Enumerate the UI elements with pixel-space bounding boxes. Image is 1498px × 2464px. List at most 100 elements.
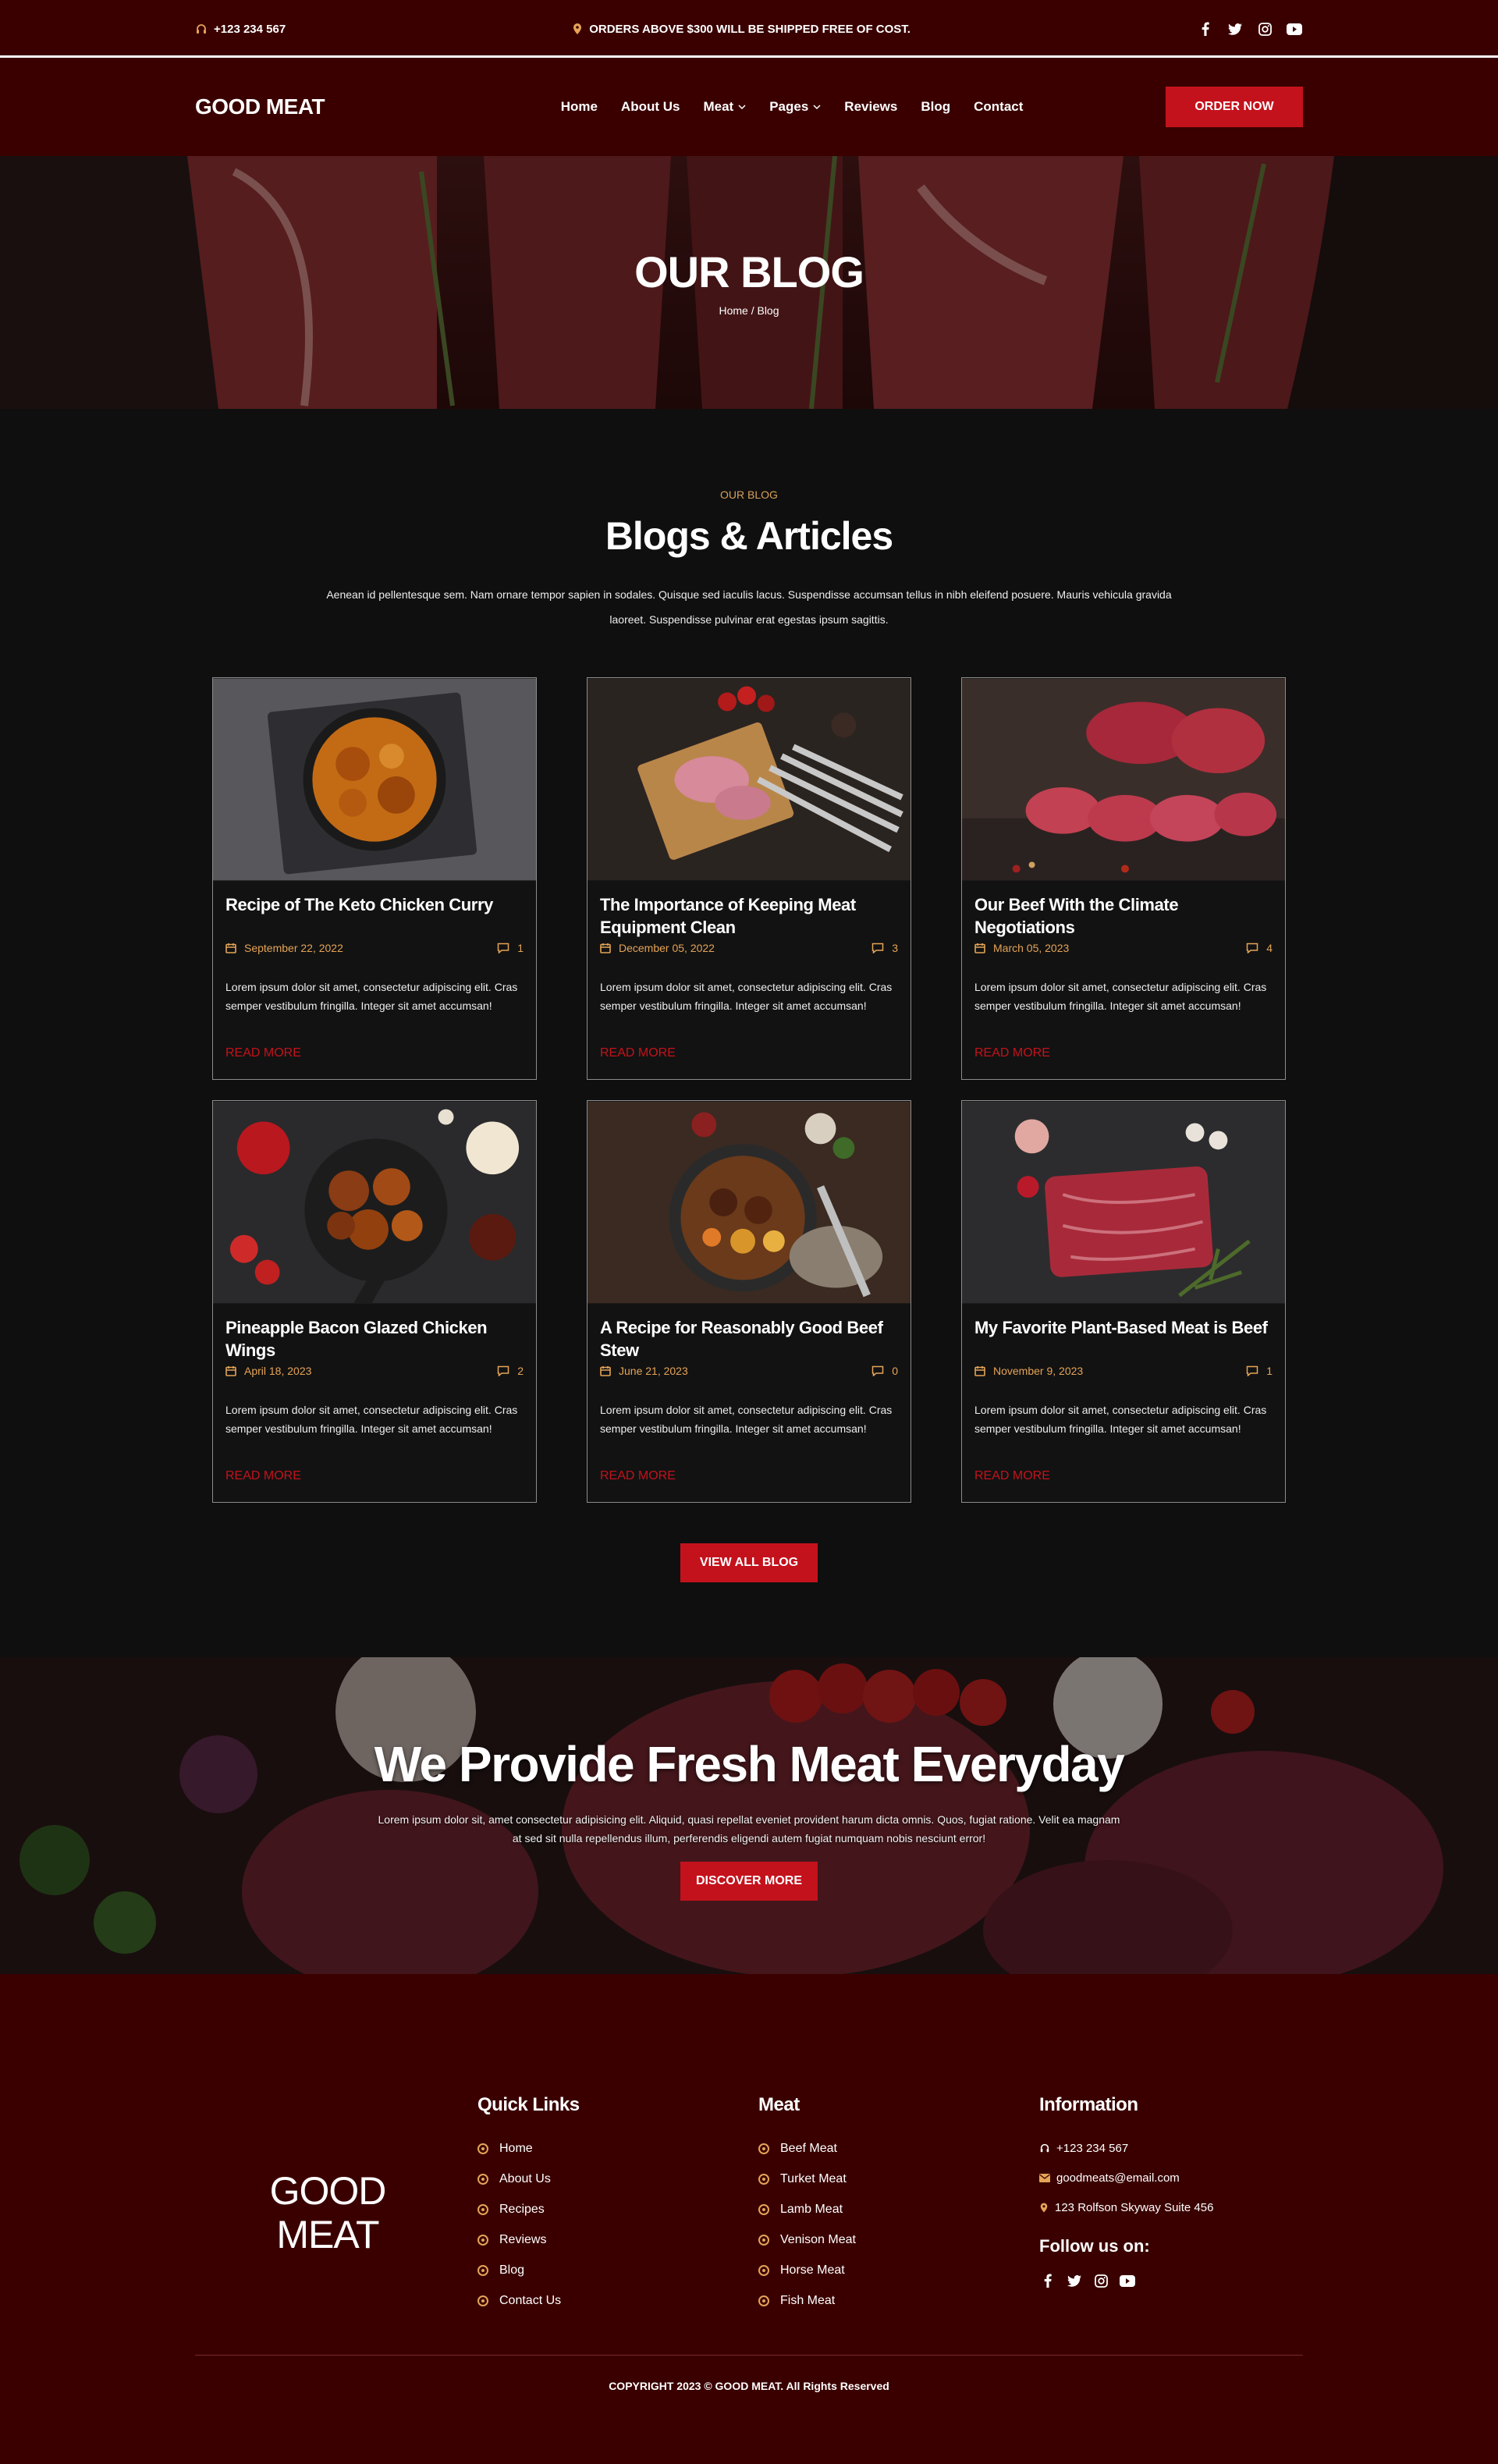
instagram-icon[interactable]: [1092, 2272, 1109, 2289]
blog-card-image: [587, 678, 911, 881]
blog-card-title[interactable]: Our Beef With the Climate Negotiations: [974, 893, 1273, 939]
nav-item-blog[interactable]: Blog: [921, 99, 950, 115]
blog-card[interactable]: Pineapple Bacon Glazed Chicken Wings Apr…: [212, 1100, 537, 1503]
blog-card-image: [962, 1101, 1285, 1304]
view-all-blog-button[interactable]: VIEW ALL BLOG: [680, 1543, 818, 1582]
blog-card-date: April 18, 2023: [225, 1365, 311, 1377]
footer-address-text: 123 Rolfson Skyway Suite 456: [1055, 2200, 1214, 2214]
footer-quick-links: Quick Links Home About Us Recipes Review…: [477, 2094, 712, 2316]
facebook-icon[interactable]: [1197, 20, 1214, 37]
blog-card-title[interactable]: A Recipe for Reasonably Good Beef Stew: [600, 1316, 898, 1362]
facebook-icon[interactable]: [1039, 2272, 1056, 2289]
blog-card-excerpt: Lorem ipsum dolor sit amet, consectetur …: [974, 981, 1267, 1012]
footer-link-venison[interactable]: Venison Meat: [758, 2224, 992, 2255]
bullet-icon: [477, 2295, 488, 2306]
youtube-icon[interactable]: [1286, 20, 1303, 37]
footer-link-label: Beef Meat: [780, 2141, 837, 2155]
blog-card-image: [213, 1101, 536, 1311]
comment-icon: [1246, 1365, 1258, 1376]
section-title: Blogs & Articles: [605, 514, 893, 558]
blog-card-title[interactable]: The Importance of Keeping Meat Equipment…: [600, 893, 898, 939]
footer-link-reviews[interactable]: Reviews: [477, 2224, 712, 2255]
nav-item-meat[interactable]: Meat: [703, 99, 746, 115]
blog-card-date-text: June 21, 2023: [619, 1365, 688, 1377]
top-phone-text: +123 234 567: [214, 22, 286, 36]
blog-card-date-text: November 9, 2023: [993, 1365, 1084, 1377]
footer-phone[interactable]: +123 234 567: [1039, 2133, 1273, 2163]
footer-email[interactable]: goodmeats@email.com: [1039, 2163, 1273, 2192]
instagram-icon[interactable]: [1256, 20, 1273, 37]
footer-link-blog[interactable]: Blog: [477, 2255, 712, 2285]
nav-item-home[interactable]: Home: [561, 99, 598, 115]
calendar-icon: [600, 943, 611, 953]
headset-icon: [1040, 2143, 1049, 2153]
page-title: OUR BLOG: [634, 247, 864, 296]
read-more-link[interactable]: READ MORE: [974, 1046, 1050, 1060]
footer-link-recipes[interactable]: Recipes: [477, 2194, 712, 2224]
blog-card-date: November 9, 2023: [974, 1365, 1083, 1377]
blog-card-comments: 2: [497, 1365, 524, 1377]
twitter-icon[interactable]: [1066, 2272, 1083, 2289]
footer-phone-text: +123 234 567: [1056, 2141, 1129, 2155]
youtube-icon[interactable]: [1119, 2272, 1136, 2289]
banner-title: We Provide Fresh Meat Everyday: [374, 1736, 1125, 1792]
blog-card[interactable]: Recipe of The Keto Chicken Curry Septemb…: [212, 677, 537, 1080]
footer-link-beef[interactable]: Beef Meat: [758, 2133, 992, 2164]
bullet-icon: [758, 2203, 769, 2215]
nav-item-meat-label: Meat: [703, 99, 734, 114]
footer-meat-title: Meat: [758, 2094, 800, 2115]
chevron-down-icon: [813, 104, 821, 109]
footer-link-about[interactable]: About Us: [477, 2164, 712, 2194]
footer-link-home[interactable]: Home: [477, 2133, 712, 2164]
bullet-icon: [758, 2264, 769, 2276]
footer-link-lamb[interactable]: Lamb Meat: [758, 2194, 992, 2224]
blog-card[interactable]: The Importance of Keeping Meat Equipment…: [587, 677, 911, 1080]
footer-email-text: goodmeats@email.com: [1056, 2171, 1180, 2185]
footer-address: 123 Rolfson Skyway Suite 456: [1039, 2192, 1273, 2222]
blog-card[interactable]: A Recipe for Reasonably Good Beef Stew J…: [587, 1100, 911, 1503]
site-logo[interactable]: GOOD MEAT: [195, 94, 325, 119]
blog-card-image: [213, 678, 536, 881]
blog-card-date-text: April 18, 2023: [244, 1365, 312, 1377]
footer-link-label: About Us: [499, 2171, 551, 2185]
footer-link-turket[interactable]: Turket Meat: [758, 2164, 992, 2194]
blog-card-comments: 1: [497, 942, 524, 954]
blog-card-meta: March 05, 2023 4: [974, 942, 1273, 954]
footer-link-label: Contact Us: [499, 2293, 562, 2307]
nav-item-contact[interactable]: Contact: [974, 99, 1023, 115]
read-more-link[interactable]: READ MORE: [600, 1046, 676, 1060]
footer-link-label: Home: [499, 2141, 533, 2155]
blog-card-title[interactable]: Recipe of The Keto Chicken Curry: [225, 893, 524, 916]
discover-more-button[interactable]: DISCOVER MORE: [680, 1862, 818, 1901]
read-more-link[interactable]: READ MORE: [225, 1046, 301, 1060]
section-eyebrow: OUR BLOG: [720, 488, 778, 501]
blog-card-comments-count: 1: [1266, 1365, 1273, 1377]
top-bar: +123 234 567 ORDERS ABOVE $300 WILL BE S…: [0, 0, 1498, 58]
blog-card-title[interactable]: Pineapple Bacon Glazed Chicken Wings: [225, 1316, 524, 1362]
footer-link-fish[interactable]: Fish Meat: [758, 2285, 992, 2316]
nav-item-pages[interactable]: Pages: [769, 99, 821, 115]
read-more-link[interactable]: READ MORE: [974, 1469, 1050, 1483]
bullet-icon: [758, 2173, 769, 2185]
footer-logo[interactable]: GOOD MEAT: [265, 2169, 390, 2256]
read-more-link[interactable]: READ MORE: [225, 1469, 301, 1483]
read-more-link[interactable]: READ MORE: [600, 1469, 676, 1483]
location-pin-icon: [1040, 2203, 1048, 2212]
blog-card[interactable]: Our Beef With the Climate Negotiations M…: [961, 677, 1286, 1080]
bullet-icon: [758, 2234, 769, 2246]
footer-link-contact[interactable]: Contact Us: [477, 2285, 712, 2316]
footer-link-label: Blog: [499, 2263, 525, 2277]
order-now-button[interactable]: ORDER NOW: [1166, 87, 1303, 127]
blog-card[interactable]: My Favorite Plant-Based Meat is Beef Nov…: [961, 1100, 1286, 1503]
blog-card-title[interactable]: My Favorite Plant-Based Meat is Beef: [974, 1316, 1273, 1339]
fresh-meat-banner: We Provide Fresh Meat Everyday Lorem ips…: [0, 1657, 1498, 1974]
twitter-icon[interactable]: [1226, 20, 1244, 37]
nav-item-reviews[interactable]: Reviews: [844, 99, 897, 115]
footer-social: [1039, 2272, 1273, 2289]
blog-card-comments-count: 4: [1266, 942, 1273, 954]
footer-link-horse[interactable]: Horse Meat: [758, 2255, 992, 2285]
calendar-icon: [974, 1366, 985, 1376]
footer-link-label: Turket Meat: [780, 2171, 847, 2185]
nav-item-about[interactable]: About Us: [621, 99, 680, 115]
calendar-icon: [974, 943, 985, 953]
